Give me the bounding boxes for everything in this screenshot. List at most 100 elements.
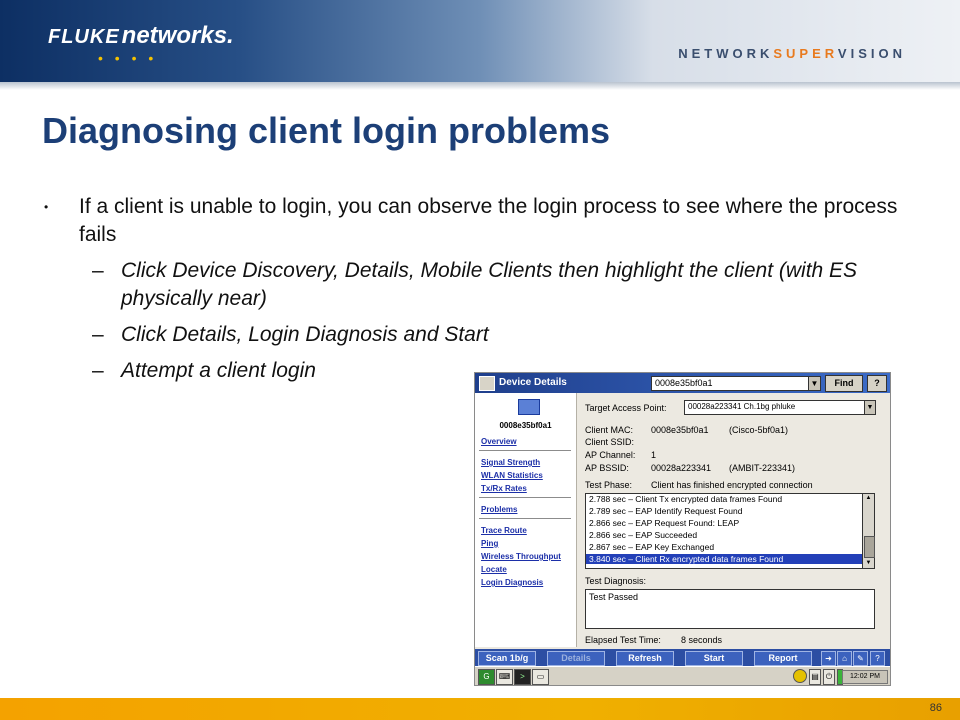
bullet-list: • If a client is unable to login, you ca… <box>42 193 922 385</box>
sub-bullet-text: Click Details, Login Diagnosis and Start <box>121 323 489 346</box>
sidebar-item-locate[interactable]: Locate <box>481 565 507 574</box>
sidebar-item-trace-route[interactable]: Trace Route <box>481 526 527 535</box>
elapsed-time-label: Elapsed Test Time: <box>585 635 661 645</box>
test-phase-value: Client has finished encrypted connection <box>651 480 813 490</box>
logo-networks-text: networks. <box>121 22 234 49</box>
sidebar-item-problems[interactable]: Problems <box>481 505 517 514</box>
bullet-item: • If a client is unable to login, you ca… <box>42 193 922 249</box>
terminal-icon[interactable]: > <box>514 669 531 685</box>
device-search-combo[interactable]: 0008e35bf0a1 ▼ <box>651 376 821 391</box>
test-phase-label: Test Phase: <box>585 480 633 490</box>
tagline-post: VISION <box>837 46 906 61</box>
home-icon[interactable]: ⌂ <box>837 651 852 666</box>
chevron-down-icon[interactable]: ▼ <box>864 401 875 414</box>
sub-bullet-text: Attempt a client login <box>121 359 316 382</box>
log-entry[interactable]: 2.788 sec – Client Tx encrypted data fra… <box>589 494 782 504</box>
window-titlebar: Device Details 0008e35bf0a1 ▼ Find ? <box>475 373 890 393</box>
device-search-value: 0008e35bf0a1 <box>655 378 713 388</box>
document-icon[interactable]: ▤ <box>809 669 821 685</box>
login-event-log[interactable]: 2.788 sec – Client Tx encrypted data fra… <box>585 493 863 569</box>
start-menu-icon[interactable]: G <box>478 669 495 685</box>
sub-bullet-text: Click Device Discovery, Details, Mobile … <box>121 259 858 310</box>
target-ap-label: Target Access Point: <box>585 403 667 413</box>
sidebar-item-ping[interactable]: Ping <box>481 539 498 548</box>
scroll-down-icon[interactable]: ▼ <box>863 559 874 568</box>
sub-bullet-2: – Click Details, Login Diagnosis and Star… <box>42 321 922 349</box>
log-entry-selected[interactable]: 3.840 sec – Client Rx encrypted data fra… <box>586 554 862 564</box>
ap-bssid-value: 00028a223341 <box>651 463 712 473</box>
laptop-icon <box>518 399 540 415</box>
power-icon[interactable]: ⏻ <box>823 669 835 685</box>
target-ap-select[interactable]: 00028a223341 Ch.1bg phluke ▼ <box>684 400 876 415</box>
sidebar-item-txrx-rates[interactable]: Tx/Rx Rates <box>481 484 527 493</box>
status-light-icon <box>793 669 807 683</box>
window-menu-icon[interactable] <box>479 376 495 391</box>
find-button[interactable]: Find <box>825 375 863 392</box>
sidebar-item-wlan-statistics[interactable]: WLAN Statistics <box>481 471 543 480</box>
ap-channel-value: 1 <box>651 450 657 460</box>
sidebar-divider <box>479 497 571 498</box>
scan-button[interactable]: Scan 1b/g <box>478 651 536 666</box>
keyboard-icon[interactable]: ⌨ <box>496 669 513 685</box>
sidebar-divider <box>479 450 571 451</box>
sidebar-item-signal-strength[interactable]: Signal Strength <box>481 458 540 467</box>
tools-icon[interactable]: ✎ <box>853 651 868 666</box>
fluke-networks-logo: FLUKEnetworks. • • • • <box>48 22 234 66</box>
sub-bullet-1: – Click Device Discovery, Details, Mobile… <box>42 257 922 313</box>
ap-bssid-vendor: (AMBIT-223341) <box>729 463 796 473</box>
elapsed-time-value: 8 seconds <box>681 635 723 645</box>
device-id-label: 0008e35bf0a1 <box>499 421 552 430</box>
sidebar-item-wireless-throughput[interactable]: Wireless Throughput <box>481 552 561 561</box>
clock: 12:02 PM <box>842 670 888 684</box>
sidebar-item-overview[interactable]: Overview <box>481 437 517 446</box>
details-sidebar: 0008e35bf0a1 Overview Signal Strength WL… <box>475 393 577 647</box>
refresh-button[interactable]: Refresh <box>616 651 674 666</box>
client-mac-vendor: (Cisco-5bf0a1) <box>729 425 789 435</box>
banner-shadow <box>0 82 960 90</box>
footer-bar: 86 <box>0 698 960 720</box>
details-button[interactable]: Details <box>547 651 605 666</box>
log-entry[interactable]: 2.867 sec – EAP Key Exchanged <box>589 542 714 552</box>
target-ap-value: 00028a223341 Ch.1bg phluke <box>688 402 796 411</box>
log-scrollbar[interactable]: ▲ ▼ <box>862 493 875 569</box>
page-number: 86 <box>929 702 942 714</box>
taskbar: G ⌨ > ▭ ▤ ⏻ 12:02 PM <box>475 666 890 685</box>
tagline: NETWORKSUPERVISION <box>678 46 906 61</box>
chevron-down-icon[interactable]: ▼ <box>808 377 820 390</box>
dash-icon: – <box>92 323 104 346</box>
test-diagnosis-value: Test Passed <box>589 592 639 602</box>
log-entry[interactable]: 2.866 sec – EAP Request Found: LEAP <box>589 518 739 528</box>
next-arrow-icon[interactable]: ➜ <box>821 651 836 666</box>
sidebar-divider <box>479 518 571 519</box>
test-diagnosis-label: Test Diagnosis: <box>585 576 647 586</box>
ap-bssid-label: AP BSSID: <box>585 463 629 473</box>
client-ssid-label: Client SSID: <box>585 437 635 447</box>
client-mac-label: Client MAC: <box>585 425 634 435</box>
slide-title: Diagnosing client login problems <box>42 110 611 151</box>
tagline-accent: SUPER <box>773 46 838 61</box>
logo-fluke-text: FLUKE <box>48 26 120 48</box>
help-icon[interactable]: ? <box>870 651 885 666</box>
tagline-pre: NETWORK <box>678 46 774 61</box>
client-mac-value: 0008e35bf0a1 <box>651 425 709 435</box>
dash-icon: – <box>92 259 104 282</box>
log-entry[interactable]: 2.866 sec – EAP Succeeded <box>589 530 697 540</box>
window-icon[interactable]: ▭ <box>532 669 549 685</box>
dash-icon: – <box>92 359 104 382</box>
window-title: Device Details <box>499 377 567 388</box>
log-entry[interactable]: 2.789 sec – EAP Identify Request Found <box>589 506 742 516</box>
scroll-up-icon[interactable]: ▲ <box>863 494 874 503</box>
test-diagnosis-box: Test Passed <box>585 589 875 629</box>
bullet-dot-icon: • <box>44 200 49 214</box>
device-details-window: Device Details 0008e35bf0a1 ▼ Find ? 000… <box>474 372 891 686</box>
start-button[interactable]: Start <box>685 651 743 666</box>
ap-channel-label: AP Channel: <box>585 450 636 460</box>
report-button[interactable]: Report <box>754 651 812 666</box>
bullet-text: If a client is unable to login, you can … <box>79 195 898 246</box>
action-button-bar: Scan 1b/g Details Refresh Start Report ➜… <box>475 649 890 666</box>
help-button[interactable]: ? <box>867 375 887 392</box>
header-banner: FLUKEnetworks. • • • • NETWORKSUPERVISIO… <box>0 0 960 82</box>
sidebar-item-login-diagnosis[interactable]: Login Diagnosis <box>481 578 543 587</box>
scroll-thumb[interactable] <box>864 536 875 558</box>
logo-dots-icon: • • • • <box>98 50 158 66</box>
